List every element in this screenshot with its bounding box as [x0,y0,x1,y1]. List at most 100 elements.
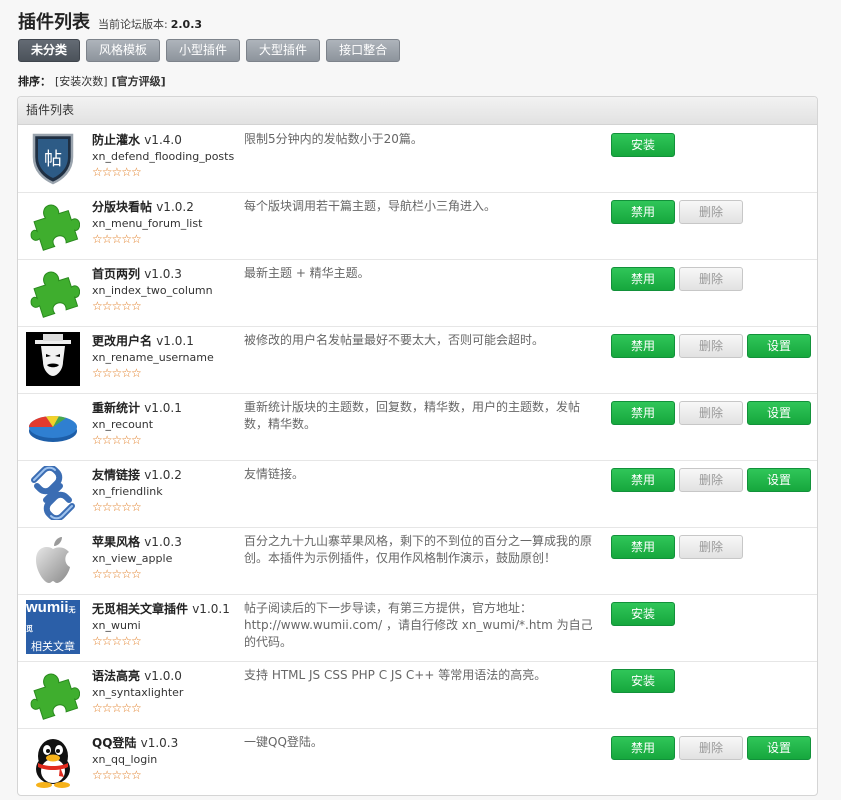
plugin-actions: 禁用 删除 设置 [611,468,811,492]
sort-by-installs[interactable]: [安装次数] [55,73,108,89]
settings-button[interactable]: 设置 [747,736,811,760]
page-title: 插件列表 [18,12,90,33]
plugin-info: QQ登陆 v1.0.3 xn_qq_login ☆☆☆☆☆ [92,734,242,782]
plugin-name: QQ登陆 v1.0.3 [92,736,179,750]
rating-stars[interactable]: ☆☆☆☆☆ [92,165,242,179]
plugin-description: 最新主题 + 精华主题。 [244,266,370,280]
rating-stars[interactable]: ☆☆☆☆☆ [92,567,242,581]
plugin-id: xn_recount [92,418,154,431]
plugin-name: 语法高亮 v1.0.0 [92,669,182,683]
plugin-id: xn_rename_username [92,351,214,364]
rating-stars[interactable]: ☆☆☆☆☆ [92,366,242,380]
plugin-actions: 禁用 删除 设置 [611,334,811,358]
plugin-version: v1.0.3 [144,535,182,549]
install-button[interactable]: 安装 [611,602,675,626]
delete-button[interactable]: 删除 [679,401,743,425]
page-header: 插件列表 当前论坛版本: 2.0.3 [18,8,202,34]
delete-button[interactable]: 删除 [679,267,743,291]
plugin-actions: 禁用 删除 设置 [611,401,811,425]
rating-stars[interactable]: ☆☆☆☆☆ [92,433,242,447]
plugin-info: 友情链接 v1.0.2 xn_friendlink ☆☆☆☆☆ [92,466,242,514]
plugin-version: v1.0.2 [144,468,182,482]
plugin-info: 分版块看帖 v1.0.2 xn_menu_forum_list ☆☆☆☆☆ [92,198,242,246]
rating-stars[interactable]: ☆☆☆☆☆ [92,768,242,782]
plugin-description: 重新统计版块的主题数，回复数，精华数，用户的主题数，发帖数，精华数。 [244,400,581,431]
rating-stars[interactable]: ☆☆☆☆☆ [92,299,242,313]
settings-button[interactable]: 设置 [747,334,811,358]
plugin-version: v1.0.3 [140,736,179,750]
tab-style-templates[interactable]: 风格模板 [86,39,161,62]
disable-button[interactable]: 禁用 [611,334,675,358]
plugin-name: 友情链接 v1.0.2 [92,468,182,482]
disable-button[interactable]: 禁用 [611,267,675,291]
shield-icon: 帖 [26,131,80,185]
plugin-row: 分版块看帖 v1.0.2 xn_menu_forum_list ☆☆☆☆☆ 每个版… [18,193,817,260]
svg-text:帖: 帖 [44,149,62,170]
plugin-list-panel: 插件列表 帖 防止灌水 v1.4.0 xn_defend_flooding_po… [17,96,818,796]
plugin-version: v1.4.0 [144,133,182,147]
delete-button[interactable]: 删除 [679,334,743,358]
tab-uncategorized[interactable]: 未分类 [18,39,81,62]
puzzle-icon [26,198,80,252]
plugin-actions: 安装 [611,133,675,157]
plugin-id: xn_defend_flooding_posts [92,150,235,163]
qq-penguin-icon [26,734,80,788]
settings-button[interactable]: 设置 [747,401,811,425]
settings-button[interactable]: 设置 [747,468,811,492]
plugin-version: v1.0.1 [144,401,182,415]
plugin-id: xn_menu_forum_list [92,217,203,230]
plugin-version: v1.0.1 [192,602,230,616]
plugin-row: 更改用户名 v1.0.1 xn_rename_username ☆☆☆☆☆ 被修改… [18,327,817,394]
plugin-info: 无觅相关文章插件 v1.0.1 xn_wumi ☆☆☆☆☆ [92,600,242,648]
rating-stars[interactable]: ☆☆☆☆☆ [92,232,242,246]
puzzle-icon [26,667,80,721]
rating-stars[interactable]: ☆☆☆☆☆ [92,634,242,648]
plugin-id: xn_view_apple [92,552,173,565]
plugin-row: 重新统计 v1.0.1 xn_recount ☆☆☆☆☆ 重新统计版块的主题数，回… [18,394,817,461]
delete-button[interactable]: 删除 [679,200,743,224]
disable-button[interactable]: 禁用 [611,468,675,492]
disable-button[interactable]: 禁用 [611,736,675,760]
plugin-description: 一键QQ登陆。 [244,735,323,749]
delete-button[interactable]: 删除 [679,736,743,760]
disable-button[interactable]: 禁用 [611,200,675,224]
delete-button[interactable]: 删除 [679,468,743,492]
plugin-version: v1.0.3 [144,267,182,281]
sort-label: 排序： [18,75,51,88]
plugin-description: 友情链接。 [244,467,305,481]
plugin-row: 苹果风格 v1.0.3 xn_view_apple ☆☆☆☆☆ 百分之九十九山寨苹… [18,528,817,595]
rating-stars[interactable]: ☆☆☆☆☆ [92,701,242,715]
sort-by-rating[interactable]: [官方评级] [112,73,166,89]
install-button[interactable]: 安装 [611,133,675,157]
plugin-actions: 禁用 删除 [611,267,743,291]
wumii-logo-icon: wumii无觅 相关文章 [26,600,80,654]
plugin-info: 苹果风格 v1.0.3 xn_view_apple ☆☆☆☆☆ [92,533,242,581]
plugin-info: 防止灌水 v1.4.0 xn_defend_flooding_posts ☆☆☆… [92,131,242,179]
disable-button[interactable]: 禁用 [611,401,675,425]
rating-stars[interactable]: ☆☆☆☆☆ [92,500,242,514]
plugin-info: 更改用户名 v1.0.1 xn_rename_username ☆☆☆☆☆ [92,332,242,380]
plugin-name: 防止灌水 v1.4.0 [92,133,182,147]
disable-button[interactable]: 禁用 [611,535,675,559]
version-label: 当前论坛版本: [98,18,168,31]
puzzle-icon [26,265,80,319]
delete-button[interactable]: 删除 [679,535,743,559]
plugin-actions: 安装 [611,602,675,626]
plugin-row: 语法高亮 v1.0.0 xn_syntaxlighter ☆☆☆☆☆ 支持 HTM… [18,662,817,729]
panel-title: 插件列表 [18,97,817,125]
plugin-row: QQ登陆 v1.0.3 xn_qq_login ☆☆☆☆☆ 一键QQ登陆。 禁用 删除… [18,729,817,795]
plugin-id: xn_index_two_column [92,284,213,297]
plugin-description: 帖子阅读后的下一步导读，有第三方提供，官方地址：http://www.wumii… [244,601,593,649]
install-button[interactable]: 安装 [611,669,675,693]
plugin-info: 重新统计 v1.0.1 xn_recount ☆☆☆☆☆ [92,399,242,447]
plugin-description: 限制5分钟内的发帖数小于20篇。 [244,132,423,146]
sort-row: 排序： [安装次数] [官方评级] [18,73,166,89]
plugin-row: 友情链接 v1.0.2 xn_friendlink ☆☆☆☆☆ 友情链接。 禁用 删除… [18,461,817,528]
tab-small-plugins[interactable]: 小型插件 [166,39,241,62]
plugin-actions: 禁用 删除 设置 [611,736,811,760]
anonymous-mask-icon [26,332,80,386]
plugin-description: 百分之九十九山寨苹果风格，剩下的不到位的百分之一算成我的原创。本插件为示例插件，… [244,534,593,565]
chain-link-icon [26,466,80,520]
tab-api-integration[interactable]: 接口整合 [326,39,401,62]
tab-large-plugins[interactable]: 大型插件 [246,39,321,62]
